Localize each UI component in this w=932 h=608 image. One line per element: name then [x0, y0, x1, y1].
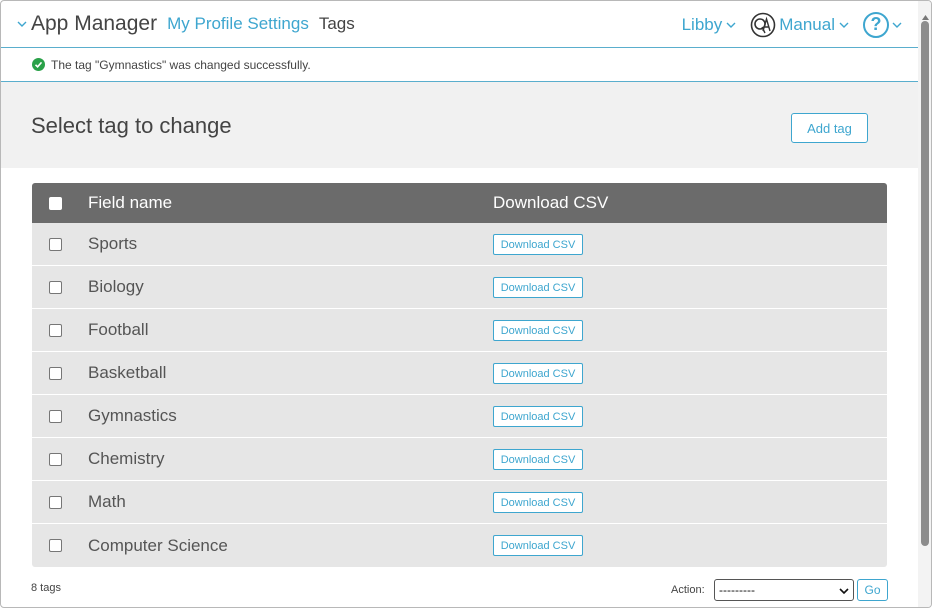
header-right: Libby Manual ?	[682, 1, 918, 48]
tag-name[interactable]: Gymnastics	[88, 406, 177, 426]
table-row: Gymnastics Download CSV	[32, 395, 887, 438]
select-all-checkbox[interactable]	[49, 196, 62, 210]
tag-name[interactable]: Football	[88, 320, 148, 340]
top-header: App Manager My Profile Settings Tags Lib…	[1, 1, 918, 48]
app-brand[interactable]: App Manager	[17, 12, 157, 36]
tag-name[interactable]: Biology	[88, 277, 144, 297]
download-csv-button[interactable]: Download CSV	[493, 363, 583, 384]
download-csv-button[interactable]: Download CSV	[493, 449, 583, 470]
add-tag-button[interactable]: Add tag	[791, 113, 868, 143]
vertical-scrollbar[interactable]	[918, 1, 931, 607]
chevron-down-icon	[839, 585, 849, 599]
table-row: Chemistry Download CSV	[32, 438, 887, 481]
tag-name[interactable]: Basketball	[88, 363, 166, 383]
table-row: Computer Science Download CSV	[32, 524, 887, 567]
go-button[interactable]: Go	[857, 579, 888, 601]
row-checkbox[interactable]	[49, 366, 62, 380]
table-row: Math Download CSV	[32, 481, 887, 524]
download-csv-button[interactable]: Download CSV	[493, 320, 583, 341]
column-header-field-name[interactable]: Field name	[88, 193, 172, 213]
checkmark-icon	[32, 58, 45, 71]
download-csv-button[interactable]: Download CSV	[493, 535, 583, 556]
manual-menu[interactable]: Manual	[779, 15, 849, 35]
action-select[interactable]: ---------	[714, 579, 854, 601]
chevron-down-icon[interactable]	[17, 19, 27, 29]
download-csv-button[interactable]: Download CSV	[493, 234, 583, 255]
download-csv-button[interactable]: Download CSV	[493, 277, 583, 298]
tag-name[interactable]: Math	[88, 492, 126, 512]
chevron-down-icon[interactable]	[839, 20, 849, 30]
column-header-download-csv: Download CSV	[493, 193, 609, 212]
tag-name[interactable]: Computer Science	[88, 536, 228, 556]
table-row: Basketball Download CSV	[32, 352, 887, 395]
success-message: The tag "Gymnastics" was changed success…	[1, 48, 918, 82]
breadcrumb-profile-settings[interactable]: My Profile Settings	[167, 14, 309, 34]
result-count: 8 tags	[31, 582, 61, 594]
manual-label[interactable]: Manual	[779, 15, 835, 35]
row-checkbox[interactable]	[49, 237, 62, 251]
tag-name[interactable]: Chemistry	[88, 449, 165, 469]
row-checkbox[interactable]	[49, 280, 62, 294]
tag-name[interactable]: Sports	[88, 234, 137, 254]
title-band: Select tag to change Add tag	[1, 82, 918, 168]
help-icon[interactable]: ?	[863, 11, 889, 38]
table-row: Football Download CSV	[32, 309, 887, 352]
user-name[interactable]: Libby	[682, 15, 723, 35]
chevron-down-icon[interactable]	[892, 20, 902, 30]
breadcrumb-current: Tags	[318, 14, 355, 33]
action-label: Action:	[671, 584, 705, 596]
row-checkbox[interactable]	[49, 409, 62, 423]
row-checkbox[interactable]	[49, 452, 62, 466]
user-menu[interactable]: Libby	[682, 15, 737, 35]
download-csv-button[interactable]: Download CSV	[493, 406, 583, 427]
app-title: App Manager	[31, 12, 158, 35]
scrollbar-thumb[interactable]	[921, 21, 929, 546]
download-csv-button[interactable]: Download CSV	[493, 492, 583, 513]
table-header: Field name Download CSV	[32, 183, 887, 223]
tags-table: Field name Download CSV Sports Download …	[32, 183, 887, 567]
action-selected-value: ---------	[719, 583, 755, 597]
chevron-down-icon[interactable]	[726, 20, 736, 30]
table-row: Sports Download CSV	[32, 223, 887, 266]
oa-logo-icon	[750, 12, 776, 38]
row-checkbox[interactable]	[49, 323, 62, 337]
page-title: Select tag to change	[31, 113, 232, 138]
row-checkbox[interactable]	[49, 539, 62, 552]
row-checkbox[interactable]	[49, 495, 62, 509]
help-menu[interactable]: ?	[863, 11, 902, 38]
app-window: App Manager My Profile Settings Tags Lib…	[0, 0, 932, 608]
message-text: The tag "Gymnastics" was changed success…	[51, 57, 311, 72]
table-row: Biology Download CSV	[32, 266, 887, 309]
